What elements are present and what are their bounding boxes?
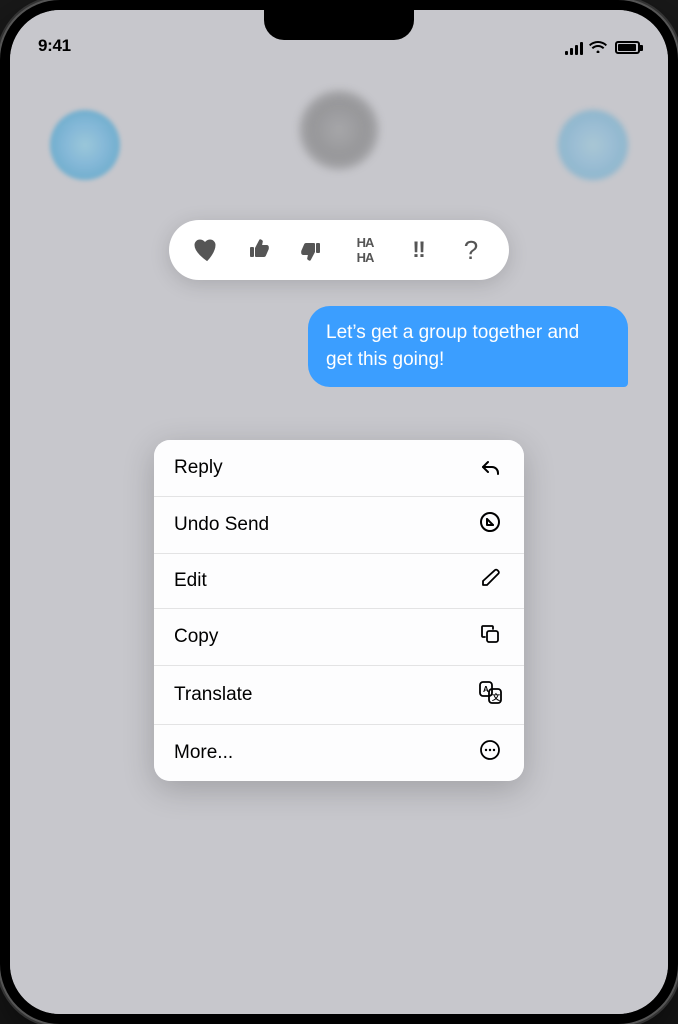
undo-send-icon xyxy=(476,511,504,539)
menu-item-more[interactable]: More... xyxy=(154,725,524,781)
message-text: Let’s get a group together and get this … xyxy=(326,322,579,370)
svg-text:文: 文 xyxy=(492,692,501,702)
menu-more-label: More... xyxy=(174,742,233,764)
reaction-thumbs-down[interactable] xyxy=(293,232,329,268)
message-bubble: Let’s get a group together and get this … xyxy=(308,306,628,387)
wifi-icon xyxy=(589,39,607,56)
menu-item-translate[interactable]: Translate A 文 xyxy=(154,666,524,725)
deco-left xyxy=(50,110,120,180)
menu-copy-label: Copy xyxy=(174,626,218,648)
menu-item-copy[interactable]: Copy xyxy=(154,609,524,666)
signal-icon xyxy=(565,41,583,55)
status-icons xyxy=(565,39,640,56)
menu-reply-label: Reply xyxy=(174,457,223,479)
reaction-haha[interactable]: HAHA xyxy=(345,232,385,268)
reaction-heart[interactable] xyxy=(189,232,225,268)
menu-item-reply[interactable]: Reply xyxy=(154,440,524,497)
translate-icon: A 文 xyxy=(476,680,504,710)
menu-item-edit[interactable]: Edit xyxy=(154,554,524,609)
message-bubble-container: Let’s get a group together and get this … xyxy=(308,306,628,387)
more-icon xyxy=(476,739,504,767)
screen-background: HAHA ‼ ? Let’s get a group together and … xyxy=(10,10,668,1014)
status-time: 9:41 xyxy=(38,36,71,56)
battery-icon xyxy=(615,41,640,54)
menu-item-undo-send[interactable]: Undo Send xyxy=(154,497,524,554)
edit-icon xyxy=(476,568,504,594)
menu-undo-label: Undo Send xyxy=(174,514,269,536)
context-menu: Reply Undo Send xyxy=(154,440,524,781)
reaction-thumbs-up[interactable] xyxy=(241,232,277,268)
copy-icon xyxy=(476,623,504,651)
phone-screen: 9:41 xyxy=(10,10,668,1014)
reaction-exclamation[interactable]: ‼ xyxy=(401,232,437,268)
deco-center xyxy=(299,90,379,170)
menu-edit-label: Edit xyxy=(174,570,207,592)
phone-frame: 9:41 xyxy=(0,0,678,1024)
reaction-bar: HAHA ‼ ? xyxy=(169,220,509,280)
deco-right xyxy=(558,110,628,180)
menu-translate-label: Translate xyxy=(174,684,253,706)
reply-icon xyxy=(476,454,504,482)
reaction-question[interactable]: ? xyxy=(453,232,489,268)
notch xyxy=(264,10,414,40)
